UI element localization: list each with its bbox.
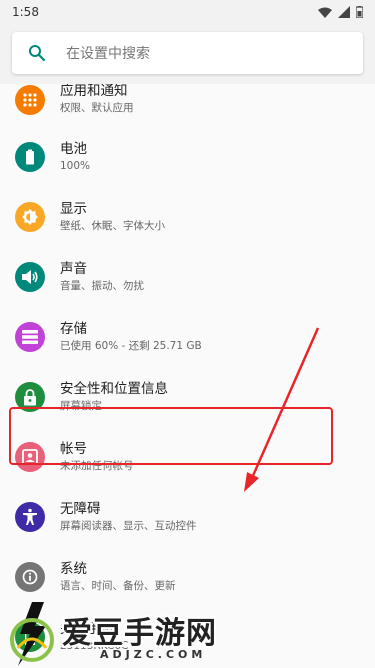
item-subtitle: 屏幕阅读器、显示、互动控件: [60, 520, 197, 532]
settings-item-apps[interactable]: 应用和通知 权限、默认应用: [0, 84, 375, 130]
apps-grid-icon: [15, 85, 45, 115]
settings-item-battery[interactable]: 电池 100%: [0, 127, 375, 187]
search-icon: [29, 45, 46, 62]
status-icons: [318, 6, 363, 18]
signal-icon: [338, 6, 350, 18]
item-subtitle: 未添加任何帐号: [60, 460, 134, 472]
search-input[interactable]: 在设置中搜索: [66, 43, 150, 63]
settings-item-account[interactable]: 帐号 未添加任何帐号: [0, 427, 375, 487]
search-bar[interactable]: 在设置中搜索: [12, 32, 363, 74]
wifi-icon: [318, 7, 332, 18]
item-title: 显示: [60, 201, 87, 217]
item-subtitle: 23113RKC6C: [60, 640, 129, 652]
item-title: 系统: [60, 561, 87, 577]
status-time: 1:58: [12, 5, 39, 19]
settings-item-system[interactable]: 系统 语言、时间、备份、更新: [0, 547, 375, 607]
item-title: 存储: [60, 321, 87, 337]
item-subtitle: 已使用 60% - 还剩 25.71 GB: [60, 340, 202, 352]
item-title: 安全性和位置信息: [60, 381, 168, 397]
settings-item-storage[interactable]: 存储 已使用 60% - 还剩 25.71 GB: [0, 307, 375, 367]
item-title: 电池: [60, 141, 87, 157]
volume-icon: [15, 262, 45, 292]
item-title: 关于手机: [60, 621, 114, 637]
item-title: 声音: [60, 261, 87, 277]
settings-item-security[interactable]: 安全性和位置信息 屏幕锁定: [0, 367, 375, 427]
item-title: 应用和通知: [60, 84, 128, 99]
settings-list: 应用和通知 权限、默认应用 电池 100% 显示 壁纸、休眠、字体大小 声音 音…: [0, 84, 375, 668]
item-subtitle: 壁纸、休眠、字体大小: [60, 220, 165, 232]
brightness-icon: [15, 202, 45, 232]
account-icon: [15, 442, 45, 472]
settings-item-sound[interactable]: 声音 音量、振动、勿扰: [0, 247, 375, 307]
item-subtitle: 音量、振动、勿扰: [60, 280, 144, 292]
phone-icon: [15, 622, 45, 652]
item-title: 无障碍: [60, 501, 101, 517]
battery-status-icon: [356, 6, 363, 18]
lock-icon: [15, 382, 45, 412]
settings-item-display[interactable]: 显示 壁纸、休眠、字体大小: [0, 187, 375, 247]
info-icon: [15, 562, 45, 592]
battery-icon: [15, 142, 45, 172]
settings-item-about-phone[interactable]: 关于手机 23113RKC6C: [0, 607, 375, 667]
settings-item-accessibility[interactable]: 无障碍 屏幕阅读器、显示、互动控件: [0, 487, 375, 547]
item-subtitle: 语言、时间、备份、更新: [60, 580, 176, 592]
item-subtitle: 权限、默认应用: [60, 102, 134, 114]
item-subtitle: 屏幕锁定: [60, 400, 102, 412]
item-subtitle: 100%: [60, 160, 91, 172]
accessibility-icon: [15, 502, 45, 532]
storage-icon: [15, 322, 45, 352]
status-bar: 1:58: [0, 0, 375, 24]
item-title: 帐号: [60, 441, 87, 457]
